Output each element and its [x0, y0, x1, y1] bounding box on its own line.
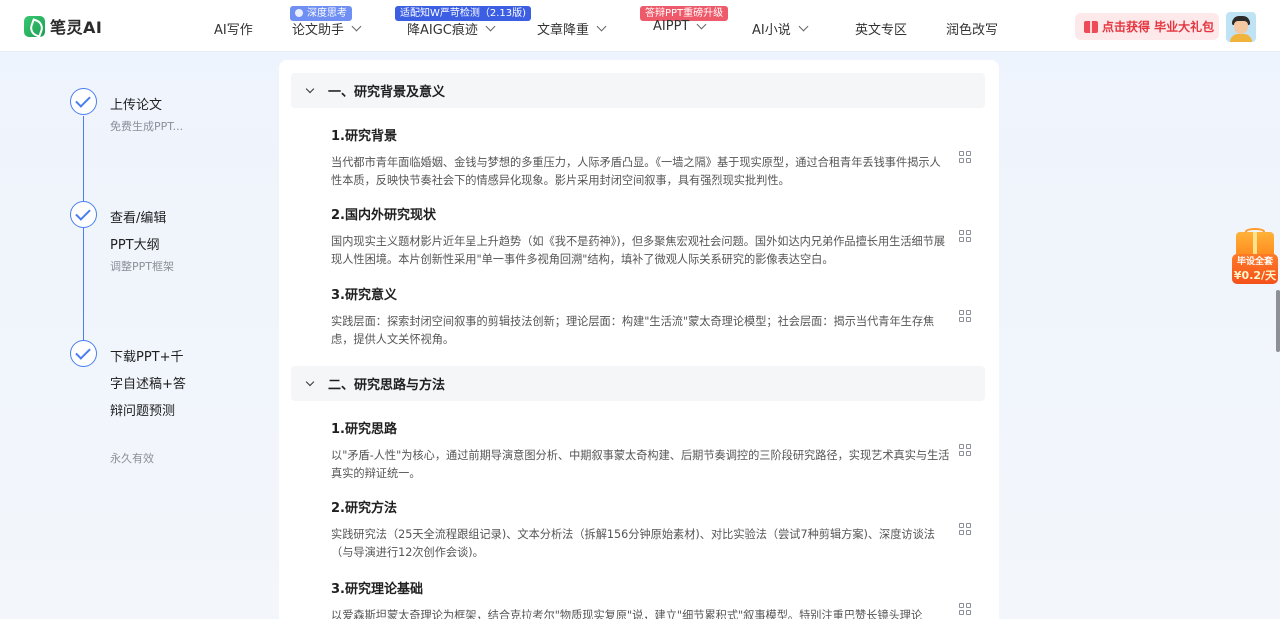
outline-item: 3.研究理论基础 以爱森斯坦蒙太奇理论为框架，结合克拉考尔"物质现实复原"说，建… [331, 581, 951, 619]
nav-item-polish[interactable]: 润色改写 [946, 19, 998, 38]
progress-steps: 上传论文 免费生成PPT... 查看/编辑PPT大纲 调整PPT框架 下载PPT… [60, 88, 250, 488]
chevron-down-icon [596, 21, 607, 32]
user-avatar[interactable] [1226, 12, 1256, 42]
outline-item: 2.国内外研究现状 国内现实主义题材影片近年呈上升趋势（如《我不是药神》)，但多… [331, 207, 951, 269]
nav-item-english[interactable]: 英文专区 [855, 19, 907, 38]
nav-item-reduce-aigc[interactable]: 降AIGC痕迹 [407, 19, 496, 38]
item-title: 1.研究思路 [331, 422, 397, 437]
item-description: 实践研究法（25天全流程跟组记录)、文本分析法（拆解156分钟原始素材)、对比实… [331, 528, 935, 559]
gift-icon [1084, 20, 1098, 33]
app-name: 笔灵AI [50, 18, 103, 37]
floating-promo-widget[interactable]: 毕设全套 ¥0.2/天 [1232, 228, 1278, 286]
nav-label: AI写作 [214, 23, 253, 38]
page-scrollbar-thumb[interactable] [1276, 290, 1280, 352]
nav-label: 文章降重 [537, 23, 590, 38]
app-logo[interactable]: 笔灵AI [24, 14, 102, 38]
nav-label: AIPPT [653, 19, 690, 34]
gift-button-label: 点击获得 毕业大礼包 [1102, 20, 1215, 34]
check-circle-icon [70, 201, 97, 228]
nav-item-ai-writing[interactable]: AI写作 [214, 19, 253, 38]
nav-label: 润色改写 [946, 23, 999, 38]
step-title: 上传论文 [110, 98, 163, 113]
section-title: 一、研究背景及意义 [328, 85, 446, 100]
step-subtitle: 永久有效 [110, 452, 154, 465]
nav-item-paper-assistant[interactable]: 论文助手 [292, 19, 362, 38]
item-title: 2.研究方法 [331, 501, 397, 516]
nav-label: 英文专区 [855, 23, 908, 38]
item-title: 2.国内外研究现状 [331, 208, 436, 223]
outline-item: 1.研究思路 以"矛盾-人性"为核心，通过前期导演意图分析、中期叙事蒙太奇构建、… [331, 421, 951, 483]
leaf-logo-icon [24, 15, 45, 37]
steps-connector-line [83, 116, 84, 366]
step-subtitle: 免费生成PPT... [110, 120, 184, 133]
chevron-down-icon [798, 21, 809, 32]
section-header[interactable]: 二、研究思路与方法 [291, 366, 985, 401]
promo-line-2: ¥0.2/天 [1233, 269, 1277, 282]
check-circle-icon [70, 88, 97, 115]
step-title: 查看/编辑PPT大纲 [110, 211, 167, 253]
grid-icon[interactable] [959, 603, 971, 615]
top-navigation-bar: 笔灵AI AI写作 深度思考 论文助手 适配知W严苛检测（2.13版) 降AIG… [0, 0, 1280, 52]
step-title: 下载PPT+千字自述稿+答辩问题预测 [110, 350, 186, 419]
outline-item: 3.研究意义 实践层面：探索封闭空间叙事的剪辑技法创新；理论层面：构建"生活流"… [331, 287, 951, 349]
gift-box-icon [1236, 232, 1274, 256]
outline-item: 2.研究方法 实践研究法（25天全流程跟组记录)、文本分析法（拆解156分钟原始… [331, 500, 951, 562]
item-title: 3.研究理论基础 [331, 582, 423, 597]
nav-item-rewrite[interactable]: 文章降重 [537, 19, 607, 38]
promo-line-1: 毕设全套 [1236, 257, 1273, 267]
grid-icon[interactable] [959, 230, 971, 242]
nav-label: AI小说 [752, 23, 791, 38]
item-description: 当代都市青年面临婚姻、金钱与梦想的多重压力，人际矛盾凸显。《一墙之隔》基于现实原… [331, 156, 941, 187]
step-subtitle: 调整PPT框架 [110, 260, 174, 273]
item-description: 以爱森斯坦蒙太奇理论为框架，结合克拉考尔"物质现实复原"说，建立"细节累积式"叙… [331, 609, 923, 619]
chevron-down-icon [351, 21, 362, 32]
nav-item-aippt[interactable]: AIPPT [653, 19, 707, 34]
grid-icon[interactable] [959, 310, 971, 322]
chevron-down-icon [485, 21, 496, 32]
item-description: 实践层面：探索封闭空间叙事的剪辑技法创新；理论层面：构建"生活流"蒙太奇理论模型… [331, 315, 935, 346]
grid-icon[interactable] [959, 151, 971, 163]
item-title: 1.研究背景 [331, 129, 397, 144]
nav-label: 论文助手 [292, 23, 345, 38]
item-description: 国内现实主义题材影片近年呈上升趋势（如《我不是药神》)，但多聚焦宏观社会问题。国… [331, 235, 946, 266]
chevron-down-icon [305, 84, 315, 93]
nav-label: 降AIGC痕迹 [407, 23, 478, 38]
grid-icon[interactable] [959, 444, 971, 456]
item-description: 以"矛盾-人性"为核心，通过前期导演意图分析、中期叙事蒙太奇构建、后期节奏调控的… [331, 449, 950, 480]
outline-item: 1.研究背景 当代都市青年面临婚姻、金钱与梦想的多重压力，人际矛盾凸显。《一墙之… [331, 128, 951, 190]
nav-item-ai-novel[interactable]: AI小说 [752, 19, 809, 38]
section-header[interactable]: 一、研究背景及意义 [291, 73, 985, 108]
chevron-down-icon [305, 377, 315, 386]
grid-icon[interactable] [959, 523, 971, 535]
outline-card: 一、研究背景及意义 1.研究背景 当代都市青年面临婚姻、金钱与梦想的多重压力，人… [279, 60, 999, 619]
graduation-gift-button[interactable]: 点击获得 毕业大礼包 [1075, 13, 1219, 40]
item-title: 3.研究意义 [331, 288, 397, 303]
section-title: 二、研究思路与方法 [328, 378, 446, 393]
promo-label: 毕设全套 ¥0.2/天 [1232, 254, 1278, 284]
chevron-down-icon [696, 19, 707, 30]
check-circle-icon [70, 340, 97, 367]
